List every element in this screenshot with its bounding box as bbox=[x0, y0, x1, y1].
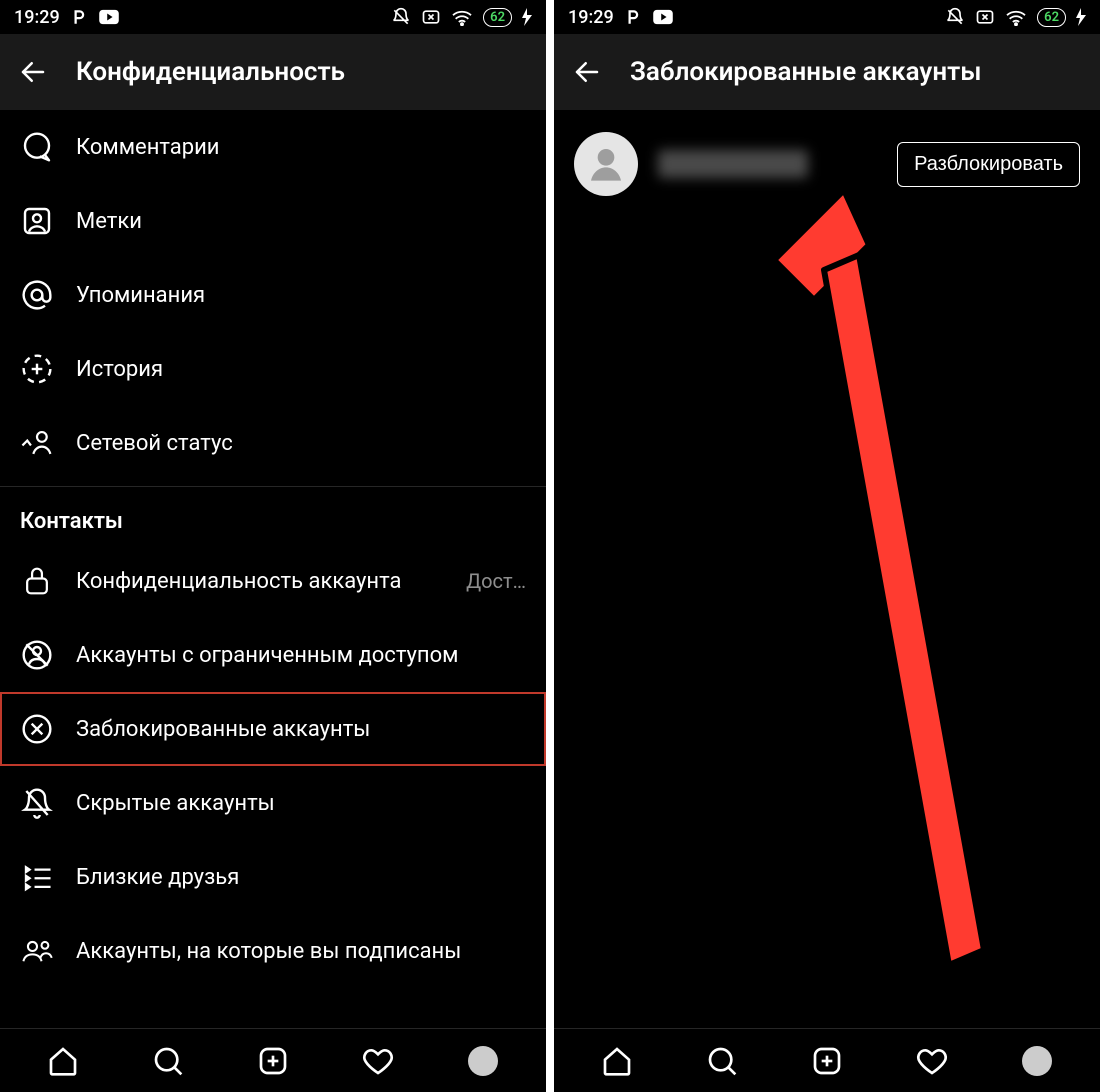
row-close-friends[interactable]: Близкие друзья bbox=[0, 840, 546, 914]
comment-icon bbox=[20, 130, 54, 164]
row-label: Скрытые аккаунты bbox=[76, 791, 526, 816]
battery-percent: 62 bbox=[490, 10, 505, 25]
lock-icon bbox=[20, 564, 54, 598]
row-label: История bbox=[76, 357, 526, 382]
app-header: Заблокированные аккаунты bbox=[554, 34, 1100, 110]
row-label: Метки bbox=[76, 209, 526, 234]
row-label: Аккаунты с ограниченным доступом bbox=[76, 643, 526, 668]
youtube-icon bbox=[98, 9, 120, 25]
tag-icon bbox=[20, 204, 54, 238]
app-header: Конфиденциальность bbox=[0, 34, 546, 110]
nav-activity[interactable] bbox=[360, 1043, 396, 1079]
nav-search[interactable] bbox=[150, 1043, 186, 1079]
close-box-icon bbox=[421, 7, 441, 27]
row-label: Заблокированные аккаунты bbox=[76, 717, 526, 742]
nav-profile[interactable] bbox=[465, 1043, 501, 1079]
row-label: Конфиденциальность аккаунта bbox=[76, 569, 444, 594]
content-area: Комментарии Метки Упоминания История Сет bbox=[0, 110, 546, 1028]
row-label: Упоминания bbox=[76, 283, 526, 308]
mute-icon bbox=[945, 7, 965, 27]
p-icon bbox=[70, 8, 88, 26]
row-label: Сетевой статус bbox=[76, 431, 526, 456]
blocked-user-row[interactable]: Разблокировать bbox=[554, 110, 1100, 218]
phone-right: 19:29 62 Заблокированные аккаунты Разбло… bbox=[554, 0, 1100, 1092]
nav-home[interactable] bbox=[599, 1043, 635, 1079]
avatar bbox=[574, 132, 638, 196]
nav-search[interactable] bbox=[704, 1043, 740, 1079]
mute-icon bbox=[391, 7, 411, 27]
mention-icon bbox=[20, 278, 54, 312]
blocked-icon bbox=[20, 712, 54, 746]
row-label: Комментарии bbox=[76, 135, 526, 160]
row-story[interactable]: История bbox=[0, 332, 546, 406]
phone-left: 19:29 62 Конфиденциальность Комментарии bbox=[0, 0, 546, 1092]
battery-percent: 62 bbox=[1044, 10, 1059, 25]
profile-avatar-icon bbox=[468, 1046, 498, 1076]
section-title-contacts: Контакты bbox=[0, 486, 546, 544]
close-friends-icon bbox=[20, 860, 54, 894]
status-time: 19:29 bbox=[568, 7, 614, 28]
nav-home[interactable] bbox=[45, 1043, 81, 1079]
charging-icon bbox=[522, 8, 532, 26]
row-tags[interactable]: Метки bbox=[0, 184, 546, 258]
row-account-privacy[interactable]: Конфиденциальность аккаунта Дост… bbox=[0, 544, 546, 618]
story-icon bbox=[20, 352, 54, 386]
restricted-icon bbox=[20, 638, 54, 672]
back-icon[interactable] bbox=[572, 57, 602, 87]
unblock-button[interactable]: Разблокировать bbox=[897, 142, 1080, 187]
row-restricted-accounts[interactable]: Аккаунты с ограниченным доступом bbox=[0, 618, 546, 692]
wifi-icon bbox=[1005, 8, 1027, 26]
content-area: Разблокировать bbox=[554, 110, 1100, 1028]
profile-avatar-icon bbox=[1022, 1046, 1052, 1076]
row-activity-status[interactable]: Сетевой статус bbox=[0, 406, 546, 480]
row-muted-accounts[interactable]: Скрытые аккаунты bbox=[0, 766, 546, 840]
blocked-username-blurred bbox=[658, 150, 808, 178]
nav-new-post[interactable] bbox=[809, 1043, 845, 1079]
battery-indicator: 62 bbox=[1037, 8, 1066, 27]
row-label: Близкие друзья bbox=[76, 865, 526, 890]
wifi-icon bbox=[451, 8, 473, 26]
row-trail: Дост… bbox=[466, 569, 526, 593]
activity-status-icon bbox=[20, 426, 54, 460]
row-following-accounts[interactable]: Аккаунты, на которые вы подписаны bbox=[0, 914, 546, 988]
close-box-icon bbox=[975, 7, 995, 27]
back-icon[interactable] bbox=[18, 57, 48, 87]
status-bar: 19:29 62 bbox=[554, 0, 1100, 34]
row-mentions[interactable]: Упоминания bbox=[0, 258, 546, 332]
row-blocked-accounts[interactable]: Заблокированные аккаунты bbox=[0, 692, 546, 766]
nav-profile[interactable] bbox=[1019, 1043, 1055, 1079]
p-icon bbox=[624, 8, 642, 26]
battery-indicator: 62 bbox=[483, 8, 512, 27]
following-icon bbox=[20, 934, 54, 968]
row-comments[interactable]: Комментарии bbox=[0, 110, 546, 184]
nav-new-post[interactable] bbox=[255, 1043, 291, 1079]
bottom-nav bbox=[0, 1028, 546, 1092]
page-title: Заблокированные аккаунты bbox=[630, 57, 981, 87]
status-time: 19:29 bbox=[14, 7, 60, 28]
nav-activity[interactable] bbox=[914, 1043, 950, 1079]
status-bar: 19:29 62 bbox=[0, 0, 546, 34]
page-title: Конфиденциальность bbox=[76, 57, 345, 87]
youtube-icon bbox=[652, 9, 674, 25]
muted-icon bbox=[20, 786, 54, 820]
charging-icon bbox=[1076, 8, 1086, 26]
row-label: Аккаунты, на которые вы подписаны bbox=[76, 939, 526, 964]
bottom-nav bbox=[554, 1028, 1100, 1092]
